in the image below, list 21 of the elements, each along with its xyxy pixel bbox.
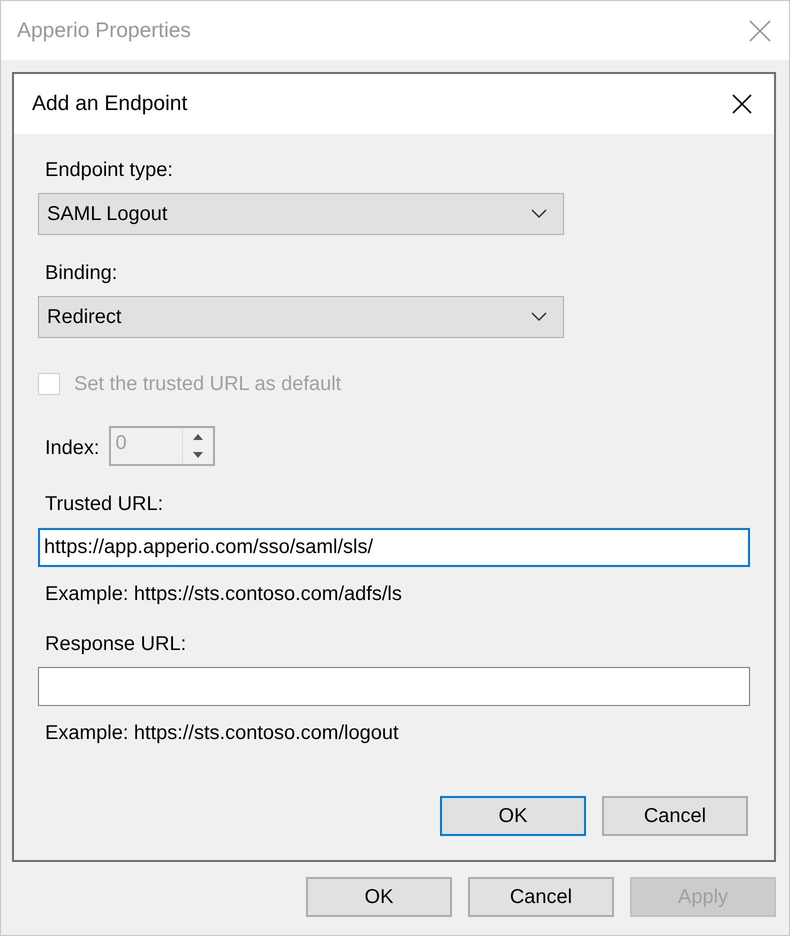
field-label: Response URL: (44, 632, 186, 656)
dropdown[interactable]: SAML Logout (38, 193, 564, 235)
window-title: Apperio Properties (17, 18, 191, 42)
dialog-button[interactable]: OK (306, 877, 452, 917)
field-label: Binding: (44, 261, 118, 285)
field-label: Endpoint type: (44, 158, 173, 182)
example-text: Example: https://sts.contoso.com/adfs/ls (44, 582, 402, 606)
chevron-down-icon (531, 209, 547, 219)
dropdown[interactable]: Redirect (38, 296, 564, 338)
example-text: Example: https://sts.contoso.com/logout (44, 721, 399, 745)
input-field[interactable]: https://app.apperio.com/sso/saml/sls/ (38, 528, 750, 567)
dialog-button[interactable]: Cancel (468, 877, 614, 917)
dialog-title: Add an Endpoint (32, 92, 188, 116)
ok-button[interactable]: OK (440, 796, 586, 836)
checkbox-label: Set the trusted URL as default (74, 372, 342, 396)
chevron-down-icon (531, 312, 547, 322)
cancel-button[interactable]: Cancel (602, 796, 748, 836)
close-icon[interactable] (732, 94, 752, 114)
field-label: Index: (45, 436, 100, 460)
input-field[interactable] (38, 667, 750, 706)
field-label: Trusted URL: (44, 492, 164, 516)
